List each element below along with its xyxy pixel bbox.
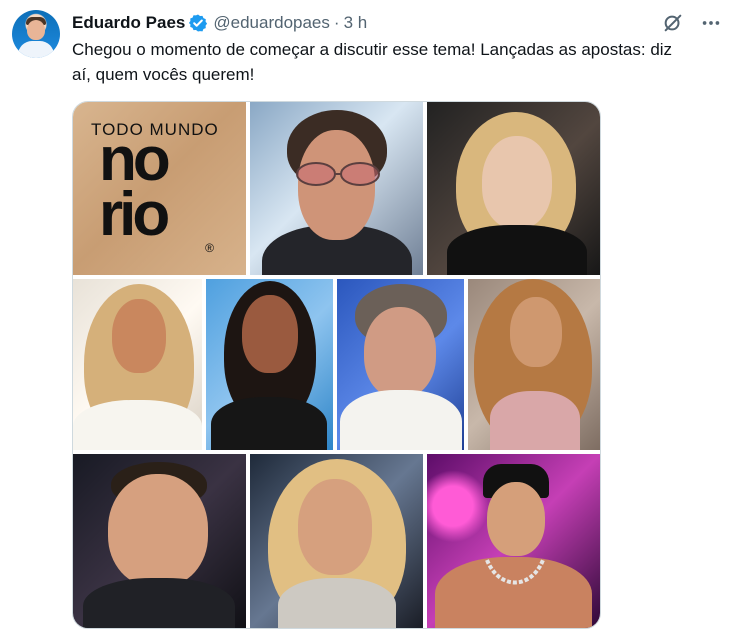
portrait-body [490,391,580,450]
logo-line-rio: rio [99,180,170,249]
timestamp-separator: · [333,13,340,32]
portrait-body [211,397,327,450]
portrait-body [278,578,396,628]
photo-tile-6[interactable] [468,279,600,450]
grok-icon[interactable] [660,10,686,36]
tweet-actions [660,10,724,36]
more-icon[interactable] [698,10,724,36]
timestamp[interactable]: 3 h [344,13,368,33]
tweet-text: Chegou o momento de começar a discutir e… [72,40,673,84]
logo-line-no: no [99,125,171,194]
portrait-face [112,299,166,373]
photo-tile-1[interactable] [250,102,423,275]
photo-tile-8[interactable] [250,454,423,628]
author-handle[interactable]: @eduardopaes [213,13,330,33]
portrait-face [242,295,298,373]
portrait-face [298,479,372,575]
portrait-face [108,474,208,587]
portrait-face [482,136,552,229]
portrait-body [340,390,462,450]
portrait-body [83,578,235,628]
tweet-card[interactable]: Eduardo Paes @eduardopaes · 3 h Chegou o… [0,0,738,638]
avatar[interactable] [12,10,60,58]
verified-badge-icon [189,14,208,32]
tweet-header: Eduardo Paes @eduardopaes · 3 h [72,12,367,34]
portrait-body [73,400,202,450]
portrait-face [364,307,436,398]
glasses-icon [296,162,380,186]
chain-necklace-icon [485,559,545,585]
avatar-face [27,20,45,40]
avatar-shirt [18,41,54,58]
registered-mark: ® [205,241,214,255]
author-name[interactable]: Eduardo Paes [72,13,185,33]
photo-tile-5[interactable] [337,279,464,450]
media-grid[interactable]: TODO MUNDO no rio ® [72,101,601,629]
photo-tile-3[interactable] [73,279,202,450]
portrait-face [487,482,545,556]
photo-tile-7[interactable] [73,454,246,628]
photo-tile-9[interactable] [427,454,600,628]
photo-tile-4[interactable] [206,279,333,450]
portrait-face [510,297,562,367]
portrait-body [447,225,587,275]
logo-main-text: no rio [99,125,171,249]
photo-tile-2[interactable] [427,102,600,275]
todo-mundo-no-rio-logo[interactable]: TODO MUNDO no rio ® [73,102,246,275]
